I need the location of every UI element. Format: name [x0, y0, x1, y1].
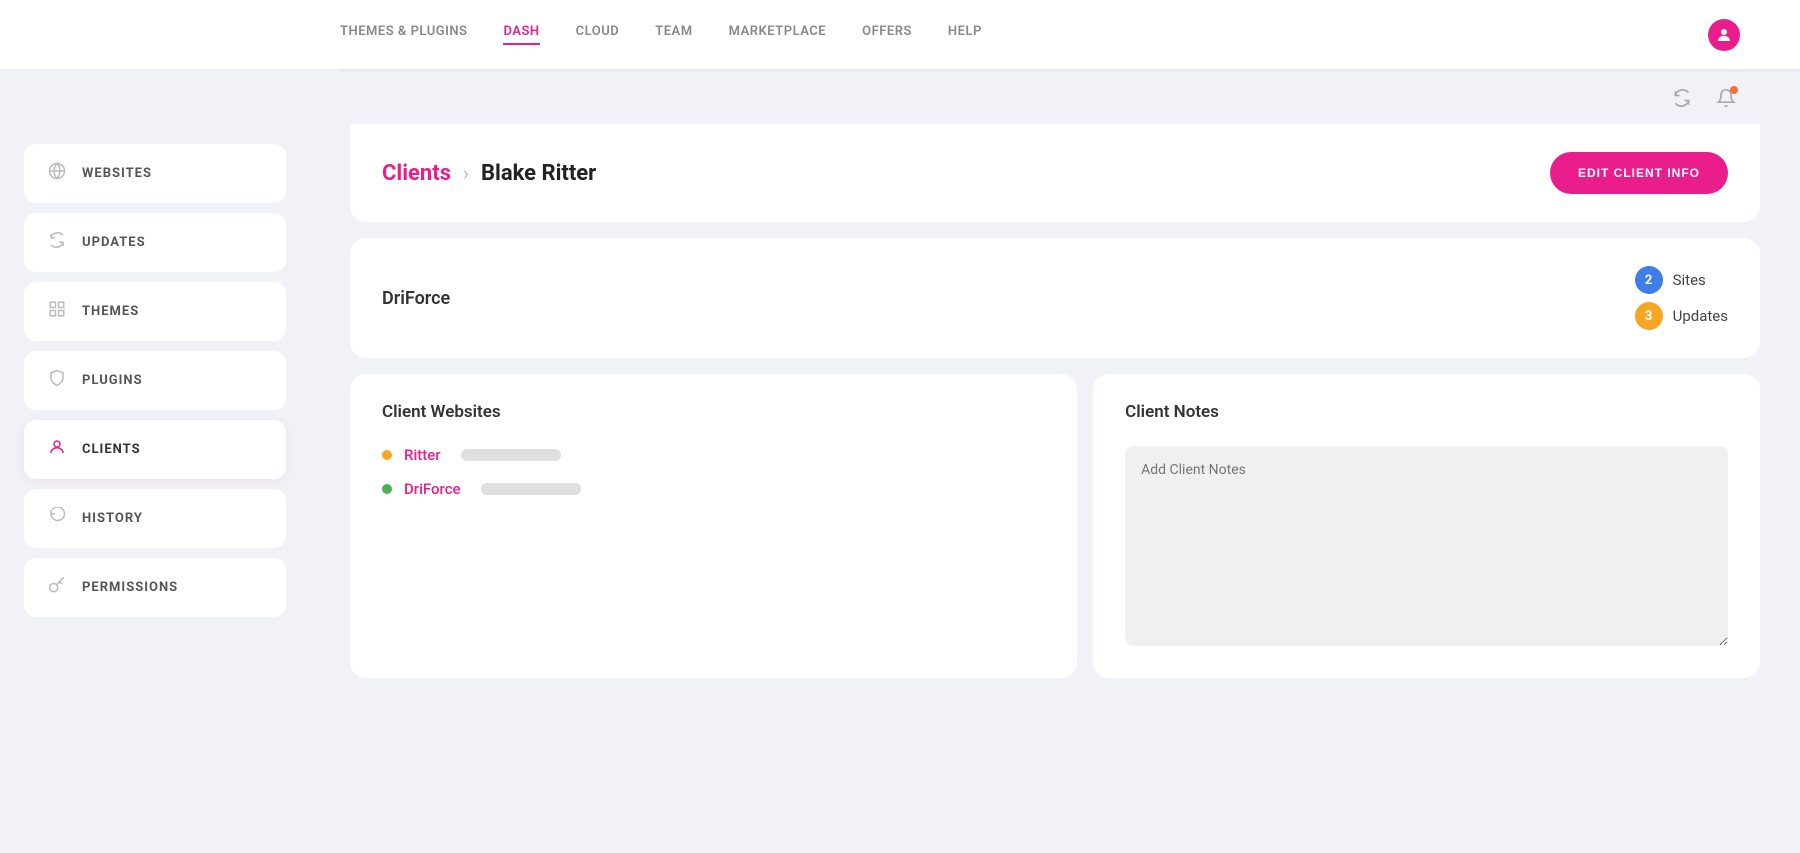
- sidebar-item-clients[interactable]: CLIENTS: [24, 420, 286, 479]
- layout: WEBSITES UPDATES THEMES: [0, 124, 1800, 853]
- key-icon: [46, 576, 68, 599]
- notification-dot: [1730, 86, 1738, 94]
- breadcrumb-clients-link[interactable]: Clients: [382, 161, 451, 186]
- sidebar-clients-wrapper: CLIENTS: [24, 420, 286, 479]
- toolbar-row: [0, 72, 1800, 124]
- sidebar-item-permissions[interactable]: PERMISSIONS: [24, 558, 286, 617]
- globe-icon: [46, 162, 68, 185]
- sites-badge: 2 Sites: [1635, 266, 1728, 294]
- website-list: Ritter DriForce: [382, 446, 1045, 498]
- user-avatar[interactable]: [1708, 19, 1740, 51]
- top-nav: THEMES & PLUGINS DASH CLOUD TEAM MARKETP…: [0, 0, 1800, 70]
- sidebar-item-themes[interactable]: THEMES: [24, 282, 286, 341]
- shield-icon: [46, 369, 68, 392]
- sidebar-item-updates[interactable]: UPDATES: [24, 213, 286, 272]
- updates-badge: 3 Updates: [1635, 302, 1728, 330]
- sidebar-item-themes-label: THEMES: [82, 304, 139, 319]
- list-item: DriForce: [382, 480, 1045, 498]
- main-content: Clients › Blake Ritter EDIT CLIENT INFO …: [310, 124, 1800, 853]
- page-header: Clients › Blake Ritter EDIT CLIENT INFO: [350, 124, 1760, 222]
- history-icon: [46, 507, 68, 530]
- person-icon: [46, 438, 68, 461]
- sidebar-item-updates-label: UPDATES: [82, 235, 146, 250]
- dot-orange-icon: [382, 450, 392, 460]
- client-notes-panel: Client Notes: [1093, 374, 1760, 678]
- refresh-icon[interactable]: [1668, 84, 1696, 112]
- sites-label: Sites: [1673, 271, 1706, 289]
- website-link-driforce[interactable]: DriForce: [404, 480, 461, 498]
- edit-client-button[interactable]: EDIT CLIENT INFO: [1550, 152, 1728, 194]
- website-url-blur-ritter: [461, 449, 561, 461]
- company-name: DriForce: [382, 288, 450, 309]
- sidebar-item-permissions-label: PERMISSIONS: [82, 580, 178, 595]
- sidebar-item-clients-label: CLIENTS: [82, 442, 141, 457]
- nav-links: THEMES & PLUGINS DASH CLOUD TEAM MARKETP…: [340, 24, 1708, 45]
- website-link-ritter[interactable]: Ritter: [404, 446, 441, 464]
- sites-count: 2: [1635, 266, 1663, 294]
- client-notes-textarea[interactable]: [1125, 446, 1728, 646]
- nav-themes-plugins[interactable]: THEMES & PLUGINS: [340, 24, 467, 45]
- refresh-sidebar-icon: [46, 231, 68, 254]
- updates-count: 3: [1635, 302, 1663, 330]
- nav-offers[interactable]: OFFERS: [862, 24, 912, 45]
- client-websites-panel: Client Websites Ritter DriForce: [350, 374, 1077, 678]
- panels-row: Client Websites Ritter DriForce: [350, 374, 1760, 678]
- breadcrumb-current: Blake Ritter: [481, 161, 596, 186]
- sidebar: WEBSITES UPDATES THEMES: [0, 124, 310, 853]
- sidebar-item-websites[interactable]: WEBSITES: [24, 144, 286, 203]
- breadcrumb: Clients › Blake Ritter: [382, 161, 596, 186]
- nav-right: [1708, 19, 1740, 51]
- stats-row: DriForce 2 Sites 3 Updates: [350, 238, 1760, 358]
- nav-team[interactable]: TEAM: [655, 24, 692, 45]
- dot-green-icon: [382, 484, 392, 494]
- nav-help[interactable]: HELP: [948, 24, 982, 45]
- nav-cloud[interactable]: CLOUD: [576, 24, 620, 45]
- sidebar-item-websites-label: WEBSITES: [82, 166, 152, 181]
- updates-label: Updates: [1673, 307, 1728, 325]
- sidebar-item-history[interactable]: HISTORY: [24, 489, 286, 548]
- nav-dash[interactable]: DASH: [503, 24, 539, 45]
- list-item: Ritter: [382, 446, 1045, 464]
- notification-icon[interactable]: [1712, 84, 1740, 112]
- website-url-blur-driforce: [481, 483, 581, 495]
- sidebar-item-plugins-label: PLUGINS: [82, 373, 143, 388]
- themes-icon: [46, 300, 68, 323]
- client-notes-title: Client Notes: [1125, 402, 1728, 422]
- stats-badges: 2 Sites 3 Updates: [1635, 266, 1728, 330]
- sidebar-item-history-label: HISTORY: [82, 511, 143, 526]
- breadcrumb-separator: ›: [463, 161, 469, 185]
- sidebar-item-plugins[interactable]: PLUGINS: [24, 351, 286, 410]
- nav-marketplace[interactable]: MARKETPLACE: [729, 24, 827, 45]
- client-websites-title: Client Websites: [382, 402, 1045, 422]
